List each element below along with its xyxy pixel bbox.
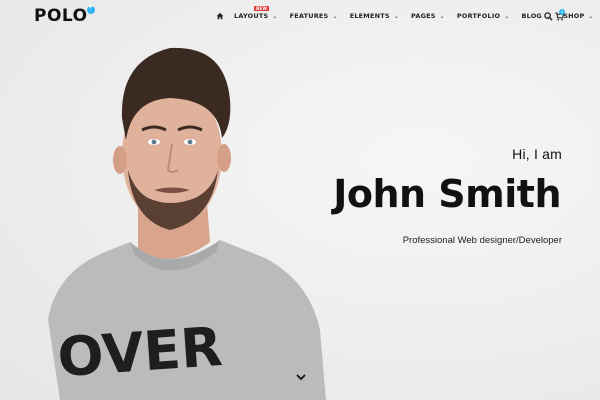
hero-name: John Smith xyxy=(333,172,561,216)
chevron-down-icon: ⌄ xyxy=(393,12,400,20)
nav-item-elements[interactable]: ELEMENTS ⌄ xyxy=(350,12,399,20)
nav-item-features[interactable]: FEATURES ⌄ xyxy=(290,12,338,20)
nav-label: PAGES xyxy=(411,12,436,20)
shirt-print: OVER xyxy=(56,315,225,389)
new-badge: NEW xyxy=(254,6,270,11)
nav-item-shop[interactable]: SHOP ⌄ xyxy=(563,12,593,20)
chevron-down-icon: ⌄ xyxy=(588,12,594,20)
home-icon[interactable] xyxy=(216,12,224,20)
hero-role: Professional Web designer/Developer xyxy=(402,235,562,246)
chevron-down-icon[interactable] xyxy=(296,373,306,381)
chevron-down-icon: ⌄ xyxy=(439,12,445,20)
hero-portrait: OVER xyxy=(48,47,326,400)
chevron-down-icon: ⌄ xyxy=(272,12,278,20)
logo-plus-icon xyxy=(87,2,95,14)
chevron-down-icon: ⌄ xyxy=(332,12,338,20)
hero-greeting: Hi, I am xyxy=(512,146,562,162)
search-icon[interactable] xyxy=(544,12,553,21)
nav-label: BLOG xyxy=(521,12,542,20)
nav-label: LAYOUTS xyxy=(234,12,269,20)
nav-label: SHOP xyxy=(563,12,585,20)
nav-item-portfolio[interactable]: PORTFOLIO ⌄ xyxy=(457,12,510,20)
nav-label: FEATURES xyxy=(289,12,329,20)
cart-count-badge: 0 xyxy=(559,9,565,15)
chevron-down-icon: ⌄ xyxy=(504,12,510,20)
nav-item-layouts[interactable]: LAYOUTS NEW ⌄ xyxy=(234,6,278,20)
site-header: POLO LAYOUTS NEW ⌄ FEATURES ⌄ ELEMENTS ⌄… xyxy=(0,0,600,32)
nav-label: PORTFOLIO xyxy=(456,12,501,20)
brand-logo[interactable]: POLO xyxy=(34,6,88,26)
nav-label: ELEMENTS xyxy=(349,12,390,20)
main-nav: LAYOUTS NEW ⌄ FEATURES ⌄ ELEMENTS ⌄ PAGE… xyxy=(216,6,600,20)
nav-item-pages[interactable]: PAGES ⌄ xyxy=(411,12,445,20)
